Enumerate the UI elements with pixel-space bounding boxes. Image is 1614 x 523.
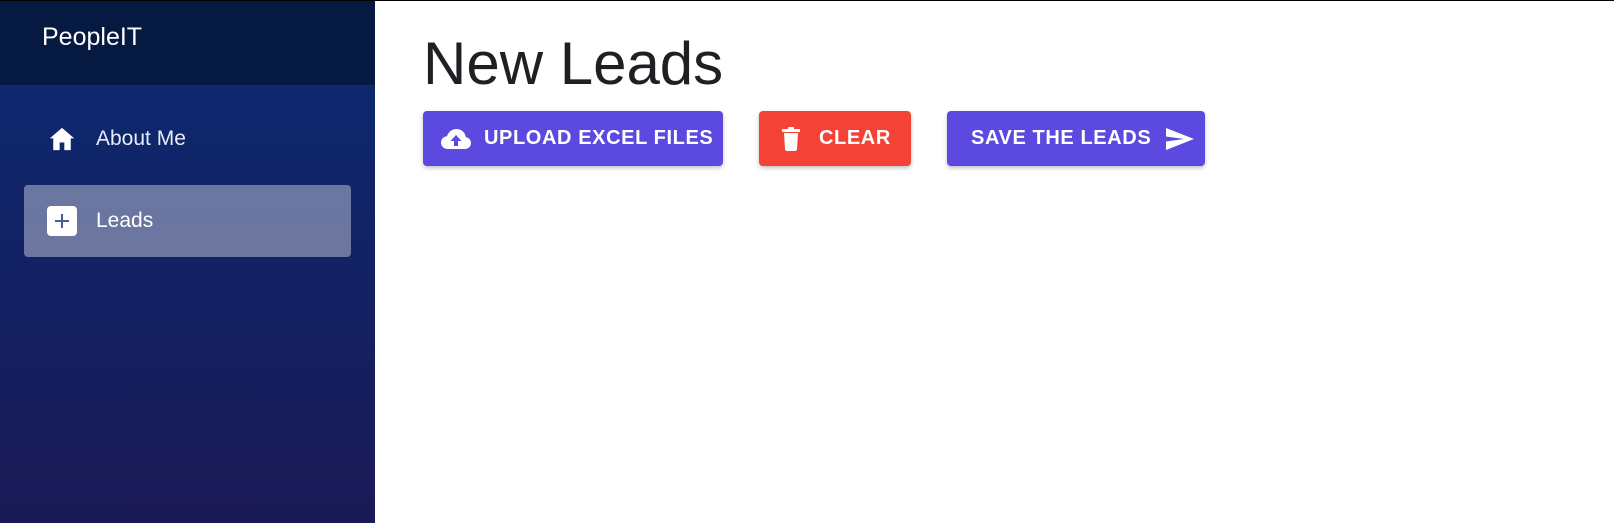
cloud-upload-icon (440, 127, 472, 151)
page-title: New Leads (423, 30, 724, 97)
sidebar-item-about-me[interactable]: About Me (24, 103, 351, 175)
sidebar-item-label: About Me (96, 127, 186, 150)
main-content: New Leads UPLOAD EXCEL FILES CLEAR SAVE … (375, 1, 1614, 523)
clear-button[interactable]: CLEAR (759, 111, 911, 166)
upload-excel-button[interactable]: UPLOAD EXCEL FILES (423, 111, 723, 166)
brand-title: PeopleIT (42, 22, 143, 51)
action-toolbar: UPLOAD EXCEL FILES CLEAR SAVE THE LEADS (423, 111, 1205, 166)
save-button-label: SAVE THE LEADS (971, 127, 1152, 149)
sidebar-nav: About Me Leads (0, 85, 375, 257)
sidebar-item-leads[interactable]: Leads (24, 185, 351, 257)
trash-icon (781, 126, 801, 151)
app-window: PeopleIT About Me Leads New Leads UPLOAD… (0, 0, 1614, 523)
upload-button-label: UPLOAD EXCEL FILES (484, 127, 714, 149)
save-leads-button[interactable]: SAVE THE LEADS (947, 111, 1205, 166)
sidebar-item-label: Leads (96, 209, 154, 232)
send-icon (1165, 127, 1195, 151)
clear-button-label: CLEAR (819, 127, 891, 149)
home-icon (47, 124, 77, 154)
plus-box-icon (47, 206, 77, 236)
brand-bar: PeopleIT (0, 1, 375, 85)
sidebar: PeopleIT About Me Leads (0, 1, 375, 523)
